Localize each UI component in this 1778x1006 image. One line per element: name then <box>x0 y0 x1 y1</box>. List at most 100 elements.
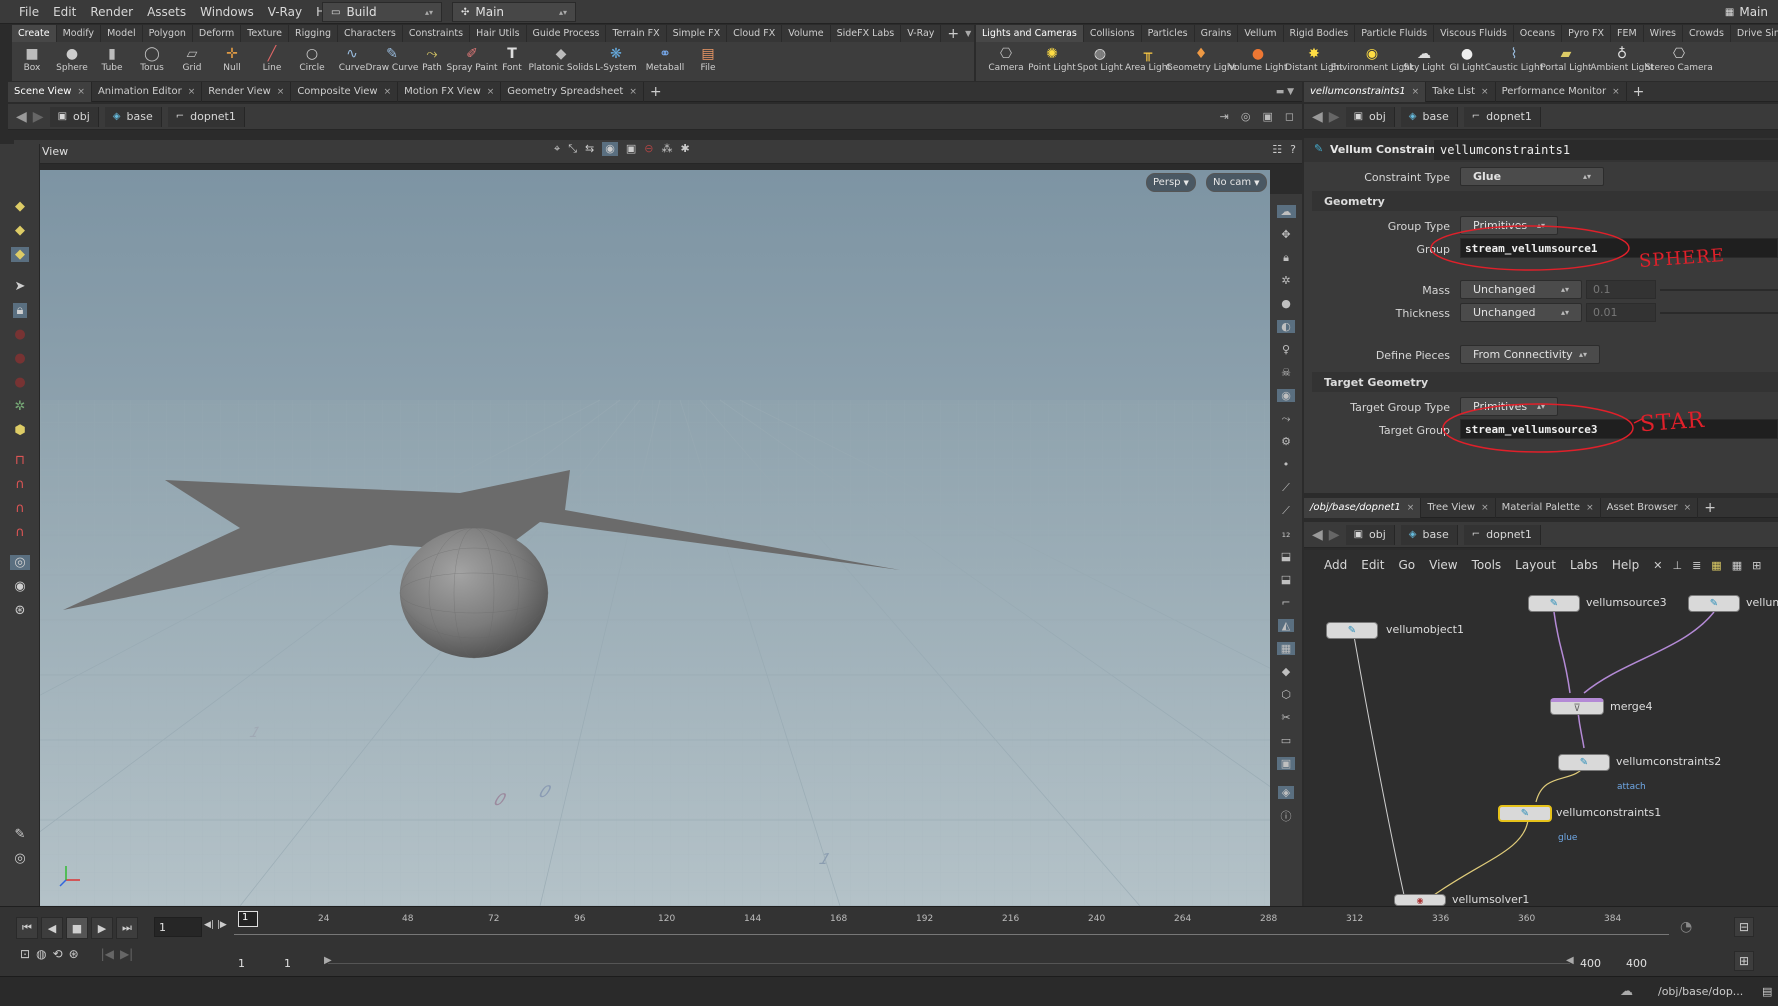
close-icon[interactable]: × <box>1412 82 1420 102</box>
tool-distant-light[interactable]: ✸ Distant Light <box>1285 42 1343 81</box>
list-icon[interactable]: ≣ <box>1692 559 1701 572</box>
snapshot-icon[interactable]: ▣ <box>1270 752 1302 775</box>
tool-spot-light[interactable]: ◍ Spot Light <box>1076 42 1124 81</box>
background-icon[interactable]: ☁ <box>1270 200 1302 223</box>
shelf-tab-polygon[interactable]: Polygon <box>143 25 193 42</box>
grid-view-icon[interactable]: ▦ <box>1711 559 1721 572</box>
tool-sphere[interactable]: ● Sphere <box>52 42 92 81</box>
audio-icon[interactable]: ◔ <box>1680 919 1692 935</box>
display-tool-icon[interactable]: ◎ <box>0 846 40 870</box>
pin-light-icon[interactable]: ◈ <box>1270 781 1302 804</box>
tool-tube[interactable]: ▮ Tube <box>92 42 132 81</box>
network-dropdown[interactable]: ✣ Main ▴▾ <box>452 2 576 22</box>
menu-file[interactable]: File <box>12 0 46 24</box>
range-end-field[interactable]: 400 <box>1576 953 1620 973</box>
crumb-obj[interactable]: ▣ obj <box>1345 106 1395 127</box>
tool-l-system[interactable]: ❋ L-System <box>590 42 642 81</box>
pin-icon[interactable]: ⇥ <box>1220 110 1229 123</box>
tool-line[interactable]: ╱ Line <box>252 42 292 81</box>
tab-material-palette[interactable]: Material Palette × <box>1496 497 1601 518</box>
audio-scrub-icon[interactable]: ◍ <box>36 947 46 961</box>
magnet-4-icon[interactable]: ∩ <box>0 520 40 544</box>
magnet-2-icon[interactable]: ∩ <box>0 472 40 496</box>
shelf-tab-oceans[interactable]: Oceans <box>1514 25 1563 42</box>
shelf-tab-sidefx-labs[interactable]: SideFX Labs <box>831 25 902 42</box>
magnet-1-icon[interactable]: ⊓ <box>0 448 40 472</box>
status-update-icon[interactable]: ▤ <box>1762 985 1772 998</box>
net-menu-labs[interactable]: Labs <box>1564 558 1604 572</box>
dyn-tool-2-icon[interactable]: ● <box>0 346 40 370</box>
cut-icon[interactable]: ✂ <box>1270 706 1302 729</box>
menu-render[interactable]: Render <box>83 0 140 24</box>
normals-icon[interactable]: ⚙ <box>1270 430 1302 453</box>
tool-stereo-camera[interactable]: ⎔ Stereo Camera <box>1645 42 1713 81</box>
snapping-icon[interactable]: ⁂ <box>661 142 672 156</box>
tree-icon[interactable]: ⊥ <box>1672 559 1682 572</box>
menu-assets[interactable]: Assets <box>140 0 193 24</box>
shelf-tab-model[interactable]: Model <box>101 25 143 42</box>
tab-vellumconstraints1[interactable]: vellumconstraints1 × <box>1304 81 1427 102</box>
close-icon[interactable]: × <box>1481 82 1489 102</box>
shading-icon[interactable]: ● <box>1270 292 1302 315</box>
shelf-tab-constraints[interactable]: Constraints <box>403 25 471 42</box>
net-menu-view[interactable]: View <box>1423 558 1463 572</box>
tool-draw-curve[interactable]: ✎ Draw Curve <box>366 42 419 81</box>
tool-caustic-light[interactable]: ⌇ Caustic Light <box>1485 42 1544 81</box>
tool-sky-light[interactable]: ☁ Sky Light <box>1402 42 1446 81</box>
tool-file[interactable]: ▤ File <box>688 42 728 81</box>
tool-camera[interactable]: ⎔ Camera <box>984 42 1028 81</box>
vector-icon[interactable]: ⟋ <box>1270 476 1302 499</box>
net-menu-edit[interactable]: Edit <box>1355 558 1390 572</box>
add-shelf-icon[interactable]: + <box>941 26 965 42</box>
dyn-tool-3-icon[interactable]: ● <box>0 370 40 394</box>
tool-point-light[interactable]: ✺ Point Light <box>1028 42 1076 81</box>
tool-environment-light[interactable]: ◉ Environment Light <box>1331 42 1414 81</box>
tab-animation-editor[interactable]: Animation Editor × <box>92 81 203 102</box>
handle-tool-icon[interactable]: ◆ <box>0 194 40 218</box>
crumb-dopnet1[interactable]: ⌐ dopnet1 <box>1463 106 1541 127</box>
paint-tool-icon[interactable]: ✎ <box>0 822 40 846</box>
close-icon[interactable]: × <box>384 82 392 102</box>
add-tab-icon[interactable]: + <box>1627 84 1651 100</box>
point-numbers-icon[interactable]: ₁₂ <box>1270 522 1302 545</box>
select-objects-icon[interactable]: ◉ <box>602 142 618 156</box>
shelf-tab-wires[interactable]: Wires <box>1644 25 1683 42</box>
uv-icon[interactable]: ⬓ <box>1270 568 1302 591</box>
magnet-3-icon[interactable]: ∩ <box>0 496 40 520</box>
frame-icon[interactable]: ▭ <box>1270 729 1302 752</box>
shelf-tab-particle-fluids[interactable]: Particle Fluids <box>1355 25 1435 42</box>
shelf-menu-arrow-icon[interactable]: ▼ <box>965 29 974 38</box>
crumb-obj[interactable]: ▣ obj <box>49 106 99 127</box>
tool-torus[interactable]: ◯ Torus <box>132 42 172 81</box>
range-start-field[interactable]: 1 <box>234 953 278 973</box>
close-icon[interactable]: × <box>487 82 495 102</box>
net-menu-add[interactable]: Add <box>1318 558 1353 572</box>
shelf-tab-fem[interactable]: FEM <box>1611 25 1644 42</box>
camera-menu-button[interactable]: No cam ▼ <box>1206 173 1267 192</box>
menu-windows[interactable]: Windows <box>193 0 261 24</box>
shelf-tab-lights-cameras[interactable]: Lights and Cameras <box>976 25 1084 42</box>
sphere-geometry[interactable] <box>400 528 548 658</box>
texture-icon[interactable]: ▦ <box>1270 637 1302 660</box>
range-end-field-2[interactable]: 400 <box>1622 953 1666 973</box>
tool-ambient-light[interactable]: ♁ Ambient Light <box>1590 42 1653 81</box>
pose-tool-icon[interactable]: ◆ <box>0 242 40 266</box>
desktop-dropdown[interactable]: ▭ Build ▴▾ <box>322 2 442 22</box>
display-options-icon[interactable]: ▣ <box>1262 110 1272 123</box>
tool-font[interactable]: T Font <box>492 42 532 81</box>
cloud-icon[interactable]: ☁ <box>1620 984 1633 999</box>
shelf-tab-terrain-fx[interactable]: Terrain FX <box>606 25 667 42</box>
add-tab-icon[interactable]: + <box>1698 500 1722 516</box>
hull-icon[interactable]: ⬓ <box>1270 545 1302 568</box>
lock-camera-icon[interactable]: 🔒︎ <box>1270 246 1302 269</box>
crumb-obj[interactable]: ▣ obj <box>1345 524 1395 545</box>
shelf-tab-modify[interactable]: Modify <box>57 25 102 42</box>
select-geometry-icon[interactable]: ⤡ <box>568 142 577 156</box>
tab-performance-monitor[interactable]: Performance Monitor × <box>1496 81 1627 102</box>
node-vellumobject1[interactable]: ✎ <box>1326 622 1378 639</box>
edge-icon[interactable]: ⟋ <box>1270 499 1302 522</box>
secure-selection-icon[interactable]: ⊖ <box>644 142 653 156</box>
jump-end-icon[interactable]: ⏭ <box>116 917 138 939</box>
wrench-icon[interactable]: ✕ <box>1653 559 1662 572</box>
close-icon[interactable]: × <box>1586 498 1594 518</box>
